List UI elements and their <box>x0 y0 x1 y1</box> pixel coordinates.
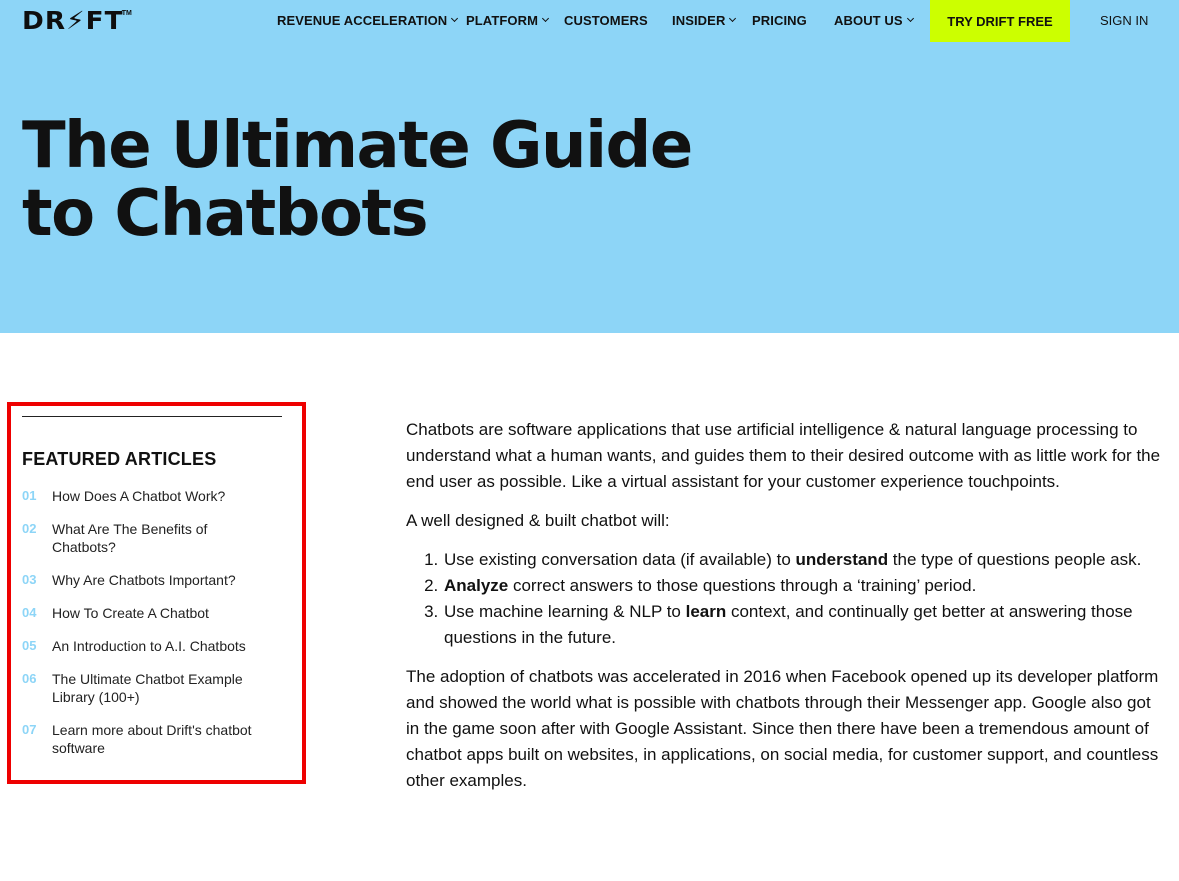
toc-item-05[interactable]: 05 An Introduction to A.I. Chatbots <box>22 637 282 655</box>
toc-label: How To Create A Chatbot <box>52 605 209 621</box>
nav-revenue-acceleration[interactable]: REVENUE ACCELERATION <box>277 13 459 28</box>
toc-item-06[interactable]: 06 The Ultimate Chatbot Example Library … <box>22 670 282 706</box>
history-paragraph: The adoption of chatbots was accelerated… <box>406 667 1159 790</box>
nav-pricing[interactable]: PRICING <box>752 13 807 28</box>
featured-articles-heading: FEATURED ARTICLES <box>22 449 217 469</box>
toc-item-07[interactable]: 07 Learn more about Drift's chatbot soft… <box>22 721 282 757</box>
chevron-down-icon <box>451 14 459 23</box>
chevron-down-icon <box>729 14 737 23</box>
toc-label: The Ultimate Chatbot Example Library (10… <box>52 671 243 705</box>
try-drift-free-button[interactable]: TRY DRIFT FREE <box>930 0 1070 42</box>
emphasis: Analyze <box>444 576 509 595</box>
toc-label: Why Are Chatbots Important? <box>52 572 236 588</box>
toc-item-02[interactable]: 02 What Are The Benefits of Chatbots? <box>22 520 282 556</box>
toc-item-03[interactable]: 03 Why Are Chatbots Important? <box>22 571 282 589</box>
toc-label: An Introduction to A.I. Chatbots <box>52 638 246 654</box>
nav-customers[interactable]: CUSTOMERS <box>564 13 648 28</box>
toc-number: 02 <box>22 521 37 536</box>
nav-label: REVENUE ACCELERATION <box>277 13 448 28</box>
list-intro-paragraph: A well designed & built chatbot will: <box>406 511 670 530</box>
article-body: Chatbots are software applications that … <box>406 417 1161 807</box>
list-item: Use machine learning & NLP to learn cont… <box>443 599 1161 651</box>
toc-number: 05 <box>22 638 37 653</box>
toc-item-01[interactable]: 01 How Does A Chatbot Work? <box>22 487 282 505</box>
nav-about-us[interactable]: ABOUT US <box>834 13 914 28</box>
sidebar-divider <box>22 416 282 417</box>
list-item: Use existing conversation data (if avail… <box>443 547 1161 573</box>
page-title: The Ultimate Guide to Chatbots <box>22 109 693 251</box>
nav-insider[interactable]: INSIDER <box>672 13 737 28</box>
toc-number: 03 <box>22 572 37 587</box>
nav-label: ABOUT US <box>834 13 903 28</box>
toc-number: 04 <box>22 605 37 620</box>
toc-label: Learn more about Drift's chatbot softwar… <box>52 722 252 756</box>
intro-paragraph: Chatbots are software applications that … <box>406 420 1161 491</box>
toc-number: 01 <box>22 488 37 503</box>
nav-platform[interactable]: PLATFORM <box>466 13 550 28</box>
toc-label: How Does A Chatbot Work? <box>52 488 226 504</box>
chatbot-capabilities-list: Use existing conversation data (if avail… <box>443 547 1161 651</box>
sign-in-link[interactable]: SIGN IN <box>1100 13 1148 28</box>
nav-label: PRICING <box>752 13 807 28</box>
top-navigation: REVENUE ACCELERATION PLATFORM CUSTOMERS … <box>0 0 1179 42</box>
chevron-down-icon <box>906 14 914 23</box>
list-item: Analyze correct answers to those questio… <box>443 573 1161 599</box>
toc-number: 06 <box>22 671 37 686</box>
toc-item-04[interactable]: 04 How To Create A Chatbot <box>22 604 282 622</box>
chevron-down-icon <box>542 14 550 23</box>
toc-label: What Are The Benefits of Chatbots? <box>52 521 208 555</box>
nav-label: INSIDER <box>672 13 726 28</box>
nav-label: PLATFORM <box>466 13 539 28</box>
emphasis: understand <box>795 550 889 569</box>
toc-number: 07 <box>22 722 37 737</box>
nav-label: CUSTOMERS <box>564 13 648 28</box>
emphasis: learn <box>685 602 727 621</box>
